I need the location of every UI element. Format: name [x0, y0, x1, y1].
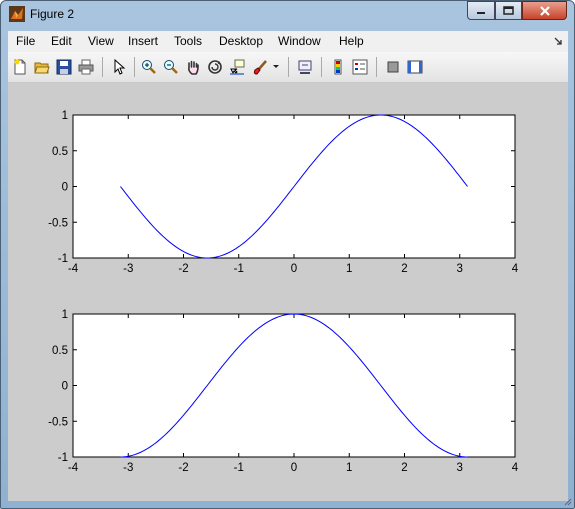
toolbar-separator	[321, 57, 322, 77]
window-title: Figure 2	[30, 7, 75, 21]
show-plot-tools-icon	[407, 60, 423, 74]
zoom-out-button[interactable]	[161, 57, 181, 77]
toolbar-separator	[288, 57, 289, 77]
x-tick-label: -2	[178, 263, 188, 275]
figure-canvas: -4 -3 -2 -1 0 1 2 3 4 -1 -0.5 0 0.5 1 -4 -3 -2 -1 0 1 2 3 4 -1-…	[8, 83, 568, 501]
rotate-3d-icon	[208, 60, 222, 74]
maximize-icon	[503, 6, 514, 15]
hide-plot-tools-button[interactable]	[383, 57, 403, 77]
brush-icon	[253, 60, 267, 75]
matlab-logo-icon	[9, 6, 25, 22]
y-tick-label: -0.5	[48, 416, 68, 428]
x-tick-label: -1	[234, 263, 244, 275]
print-button[interactable]	[76, 57, 96, 77]
minimize-icon	[477, 11, 485, 14]
pointer-arrow-icon	[114, 59, 126, 75]
x-tick-label: 0	[291, 263, 297, 275]
x-tick-label: 4	[512, 263, 519, 275]
zoom-in-button[interactable]	[139, 57, 159, 77]
menu-view[interactable]: View	[88, 34, 114, 48]
brush-dropdown[interactable]	[271, 57, 281, 77]
zoom-out-icon	[164, 60, 178, 74]
y-tick-label: 0.5	[52, 146, 68, 158]
link-plot-icon	[298, 60, 312, 74]
y-tick-label: -1	[58, 253, 68, 265]
axes-frame	[72, 313, 516, 458]
menu-window[interactable]: Window	[278, 34, 321, 48]
folder-open-icon	[34, 62, 50, 74]
close-button[interactable]	[522, 1, 567, 20]
x-tick-label: 2	[401, 462, 407, 474]
menu-help[interactable]: Help	[339, 34, 364, 48]
y-tick-label: -0.5	[48, 217, 68, 229]
colorbar-icon	[334, 59, 342, 75]
x-tick-label: -4	[68, 263, 79, 275]
menu-desktop[interactable]: Desktop	[219, 34, 263, 48]
show-plot-tools-button[interactable]	[405, 57, 425, 77]
menu-edit[interactable]: Edit	[51, 34, 72, 48]
menu-bar: File Edit View Insert Tools Desktop Wind…	[8, 31, 568, 52]
undock-arrow-icon[interactable]	[554, 37, 563, 46]
new-file-icon	[14, 59, 26, 75]
axes-2: -4 -3 -2 -1 0 1 2 3 4 -1 -0.5 0 0.5 1	[48, 309, 519, 474]
title-bar[interactable]: Figure 2	[1, 1, 574, 28]
figure-toolbar	[8, 52, 568, 83]
menu-tools[interactable]: Tools	[174, 34, 202, 48]
y-tick-label: -1	[58, 452, 68, 464]
insert-legend-button[interactable]	[350, 57, 370, 77]
x-tick-label: -1	[234, 462, 244, 474]
x-tick-label: 4	[512, 462, 519, 474]
pan-button[interactable]	[183, 57, 203, 77]
x-tick-label: -2	[178, 462, 188, 474]
open-file-button[interactable]	[32, 57, 52, 77]
toolbar-separator	[376, 57, 377, 77]
minimize-button[interactable]	[467, 1, 495, 20]
zoom-in-icon	[142, 60, 156, 74]
printer-icon	[78, 59, 94, 75]
toolbar-separator	[134, 57, 135, 77]
toolbar-separator	[102, 57, 103, 77]
new-figure-button[interactable]	[10, 57, 30, 77]
x-tick-label: -3	[123, 462, 133, 474]
axes-1: -4 -3 -2 -1 0 1 2 3 4 -1 -0.5 0 0.5 1	[48, 110, 519, 275]
brush-button[interactable]	[250, 57, 270, 77]
insert-colorbar-button[interactable]	[328, 57, 348, 77]
rotate-3d-button[interactable]	[205, 57, 225, 77]
edit-plot-button[interactable]	[109, 57, 129, 77]
y-tick-label: 0.5	[52, 345, 68, 357]
data-cursor-button[interactable]	[227, 57, 247, 77]
x-tick-label: 0	[291, 462, 297, 474]
legend-icon	[352, 59, 368, 75]
menu-file[interactable]: File	[16, 34, 35, 48]
x-tick-label: 3	[457, 263, 463, 275]
hide-plot-tools-icon	[387, 61, 399, 73]
x-tick-label: 1	[346, 263, 352, 275]
y-tick-label: 1	[62, 110, 68, 122]
figure-window: Figure 2 File Edit View Insert Tools Des…	[0, 0, 575, 509]
x-tick-label: 3	[457, 462, 463, 474]
x-tick-label: 1	[346, 462, 352, 474]
hand-pan-icon	[188, 60, 199, 75]
maximize-button[interactable]	[495, 1, 522, 20]
y-tick-label: 0	[62, 182, 68, 194]
x-tick-label: -4	[68, 462, 79, 474]
close-icon	[539, 5, 550, 16]
link-plot-button[interactable]	[295, 57, 315, 77]
y-tick-label: 0	[62, 381, 68, 393]
plot-area: -4 -3 -2 -1 0 1 2 3 4-1-0.500.51-4 -3 -2 -1 0 1 2 3 4-1-…	[48, 110, 519, 474]
save-button[interactable]	[54, 57, 74, 77]
x-tick-label: 2	[401, 263, 407, 275]
menu-insert[interactable]: Insert	[128, 34, 158, 48]
y-tick-label: 1	[62, 309, 68, 321]
floppy-disk-icon	[56, 59, 72, 75]
resize-grip-icon[interactable]	[562, 496, 572, 506]
data-cursor-icon	[230, 59, 245, 75]
x-tick-label: -3	[123, 263, 133, 275]
chevron-down-icon	[273, 65, 279, 68]
